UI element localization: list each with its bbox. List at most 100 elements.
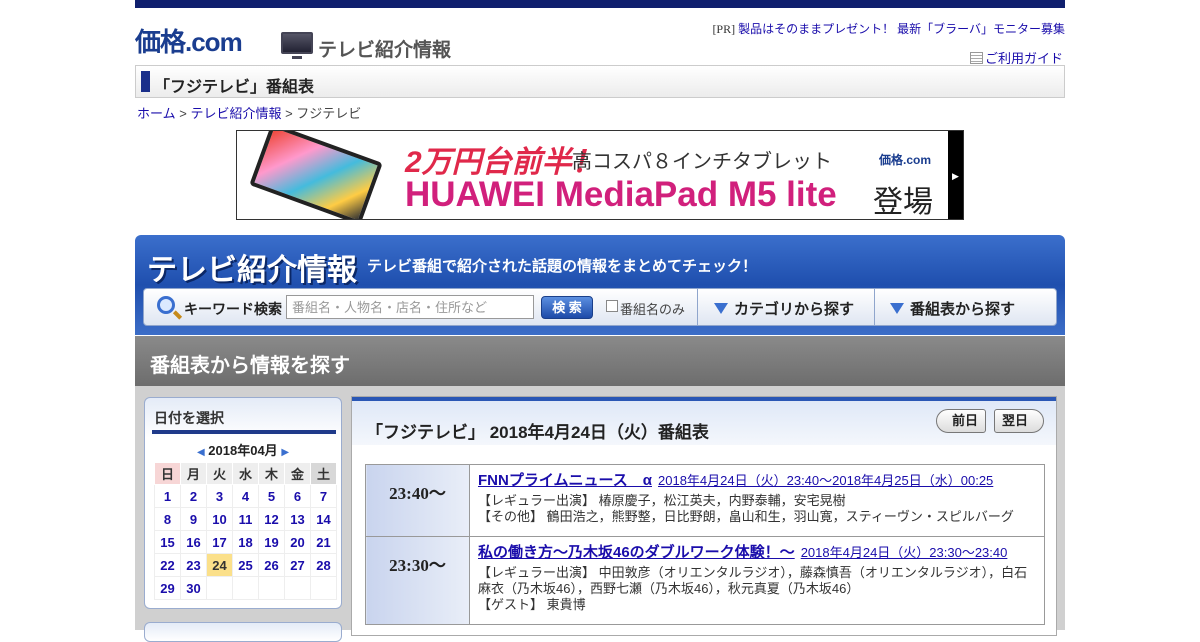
day-link[interactable]: 7 bbox=[320, 489, 327, 504]
program-datetime[interactable]: 2018年4月24日（火）23:30～23:40 bbox=[801, 545, 1008, 560]
program-cast: 【その他】 鶴田浩之，熊野整，日比野朗，畠山和生，羽山寛，スティーヴン・スピルバ… bbox=[478, 509, 1014, 524]
search-bar: キーワード検索 検 索 番組名のみ カテゴリから探す 番組表から探す bbox=[143, 288, 1057, 326]
next-month-icon[interactable]: ▶ bbox=[281, 447, 289, 458]
calendar-day[interactable]: 27 bbox=[284, 553, 311, 577]
pr-text[interactable]: 製品はそのままプレゼント！ 最新「ブラーバ」モニター募集 bbox=[738, 22, 1065, 36]
calendar-day[interactable]: 5 bbox=[258, 484, 285, 508]
day-link[interactable]: 17 bbox=[212, 535, 226, 550]
day-link[interactable]: 4 bbox=[242, 489, 249, 504]
schedule-header: 「フジテレビ」 2018年4月24日（火）番組表 前日 翌日 bbox=[352, 401, 1056, 445]
day-link[interactable]: 22 bbox=[160, 558, 174, 573]
day-link[interactable]: 27 bbox=[290, 558, 304, 573]
program-row: 23:40～ FNNプライムニュース α 2018年4月24日（火）23:40～2… bbox=[365, 464, 1045, 537]
day-link[interactable]: 20 bbox=[290, 535, 304, 550]
tab-category-label: カテゴリから探す bbox=[734, 301, 855, 318]
service-name[interactable]: テレビ紹介情報 bbox=[318, 35, 451, 62]
search-button[interactable]: 検 索 bbox=[541, 296, 593, 319]
calendar-day[interactable]: 19 bbox=[258, 530, 285, 554]
day-link[interactable]: 23 bbox=[186, 558, 200, 573]
secondary-panel bbox=[144, 622, 342, 642]
calendar-day[interactable]: 11 bbox=[232, 507, 259, 531]
title-only-checkbox[interactable] bbox=[606, 300, 618, 312]
calendar-day[interactable]: 16 bbox=[180, 530, 207, 554]
program-datetime[interactable]: 2018年4月24日（火）23:40～2018年4月25日（水）00:25 bbox=[658, 473, 993, 488]
program-info: FNNプライムニュース α 2018年4月24日（火）23:40～2018年4月2… bbox=[469, 464, 1045, 537]
calendar-day[interactable]: 14 bbox=[310, 507, 337, 531]
day-link[interactable]: 19 bbox=[264, 535, 278, 550]
breadcrumb-tv-info[interactable]: テレビ紹介情報 bbox=[190, 106, 281, 121]
day-link[interactable]: 16 bbox=[186, 535, 200, 550]
day-link[interactable]: 9 bbox=[190, 512, 197, 527]
day-link[interactable]: 15 bbox=[160, 535, 174, 550]
calendar-day[interactable]: 8 bbox=[154, 507, 181, 531]
breadcrumb-home[interactable]: ホーム bbox=[137, 106, 176, 121]
day-link[interactable]: 13 bbox=[290, 512, 304, 527]
calendar-day[interactable]: 3 bbox=[206, 484, 233, 508]
calendar-week: 29 30 bbox=[154, 576, 337, 600]
calendar-day[interactable]: 15 bbox=[154, 530, 181, 554]
calendar-day[interactable]: 4 bbox=[232, 484, 259, 508]
day-link[interactable]: 12 bbox=[264, 512, 278, 527]
day-link[interactable]: 1 bbox=[164, 489, 171, 504]
program-title[interactable]: 私の働き方～乃木坂46のダブルワーク体験！～ bbox=[478, 544, 795, 561]
day-link[interactable]: 28 bbox=[316, 558, 330, 573]
day-link[interactable]: 25 bbox=[238, 558, 252, 573]
day-link[interactable]: 21 bbox=[316, 535, 330, 550]
prev-month-icon[interactable]: ◀ bbox=[197, 447, 205, 458]
calendar-week: 22 23 24 25 26 27 28 bbox=[154, 553, 337, 577]
tv-info-title[interactable]: テレビ紹介情報 bbox=[147, 245, 357, 289]
calendar-day[interactable]: 18 bbox=[232, 530, 259, 554]
day-link[interactable]: 18 bbox=[238, 535, 252, 550]
calendar-day[interactable]: 22 bbox=[154, 553, 181, 577]
prev-day-button[interactable]: 前日 bbox=[936, 409, 986, 433]
calendar-day[interactable]: 10 bbox=[206, 507, 233, 531]
tv-info-header: テレビ紹介情報 テレビ番組で紹介された話題の情報をまとめてチェック！ キーワード… bbox=[135, 235, 1065, 335]
page-title: 「フジテレビ」番組表 bbox=[154, 79, 315, 96]
breadcrumb: ホーム > テレビ紹介情報 > フジテレビ bbox=[137, 103, 361, 122]
day-link[interactable]: 6 bbox=[294, 489, 301, 504]
banner-arrow-icon[interactable]: ▶ bbox=[948, 131, 963, 219]
day-link[interactable]: 10 bbox=[212, 512, 226, 527]
calendar-day[interactable]: 17 bbox=[206, 530, 233, 554]
calendar-day[interactable]: 7 bbox=[310, 484, 337, 508]
tab-category[interactable]: カテゴリから探す bbox=[714, 298, 854, 319]
day-link[interactable]: 29 bbox=[160, 581, 174, 596]
day-link[interactable]: 26 bbox=[264, 558, 278, 573]
ad-banner[interactable]: 2万円台前半！ 高コスパ８インチタブレット 価格.com HUAWEI Medi… bbox=[236, 130, 964, 220]
calendar-day[interactable]: 20 bbox=[284, 530, 311, 554]
calendar-day[interactable]: 13 bbox=[284, 507, 311, 531]
day-link[interactable]: 11 bbox=[239, 512, 253, 527]
calendar-day-empty bbox=[232, 576, 259, 600]
day-link[interactable]: 8 bbox=[164, 512, 171, 527]
breadcrumb-current: フジテレビ bbox=[296, 106, 362, 121]
calendar-day[interactable]: 21 bbox=[310, 530, 337, 554]
tab-schedule[interactable]: 番組表から探す bbox=[890, 298, 1015, 319]
pr-link[interactable]: [PR] 製品はそのままプレゼント！ 最新「ブラーバ」モニター募集 bbox=[712, 20, 1065, 37]
calendar-day[interactable]: 28 bbox=[310, 553, 337, 577]
day-link[interactable]: 14 bbox=[316, 512, 330, 527]
program-cast: 【ゲスト】 東貴博 bbox=[478, 597, 586, 612]
day-link[interactable]: 2 bbox=[190, 489, 197, 504]
day-link[interactable]: 5 bbox=[268, 489, 275, 504]
calendar-day[interactable]: 29 bbox=[154, 576, 181, 600]
next-day-button[interactable]: 翌日 bbox=[994, 409, 1044, 433]
kakaku-logo[interactable]: 価格.com bbox=[135, 22, 243, 59]
calendar-day[interactable]: 1 bbox=[154, 484, 181, 508]
calendar-day[interactable]: 12 bbox=[258, 507, 285, 531]
weekday-header: 木 bbox=[258, 462, 285, 485]
calendar-day[interactable]: 23 bbox=[180, 553, 207, 577]
program-title[interactable]: FNNプライムニュース α bbox=[478, 472, 652, 489]
day-link[interactable]: 30 bbox=[186, 581, 200, 596]
breadcrumb-sep: > bbox=[175, 106, 191, 121]
day-link[interactable]: 3 bbox=[216, 489, 223, 504]
calendar-day[interactable]: 25 bbox=[232, 553, 259, 577]
calendar-day[interactable]: 9 bbox=[180, 507, 207, 531]
calendar-day[interactable]: 2 bbox=[180, 484, 207, 508]
calendar-day[interactable]: 30 bbox=[180, 576, 207, 600]
calendar-day-selected: 24 bbox=[206, 553, 233, 577]
document-icon bbox=[969, 52, 983, 64]
section-header: 番組表から情報を探す bbox=[135, 336, 1065, 386]
calendar-day[interactable]: 6 bbox=[284, 484, 311, 508]
calendar-day[interactable]: 26 bbox=[258, 553, 285, 577]
search-input[interactable] bbox=[286, 295, 534, 319]
